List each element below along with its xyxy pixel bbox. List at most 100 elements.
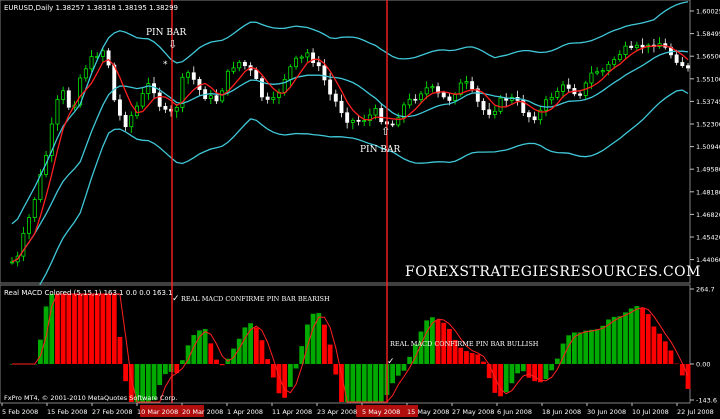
candle-body bbox=[129, 115, 134, 128]
macd-bar bbox=[208, 343, 214, 364]
candle-body bbox=[282, 78, 287, 93]
macd-bar bbox=[259, 340, 265, 364]
time-tick-label: 27 Feb 2008 bbox=[92, 408, 132, 416]
macd-bar bbox=[464, 351, 469, 364]
candle-body bbox=[498, 97, 503, 112]
macd-bar bbox=[577, 332, 583, 364]
candle-body bbox=[66, 90, 71, 108]
macd-bar bbox=[111, 294, 117, 364]
macd-bar bbox=[162, 364, 168, 375]
bullish-confirm-label: REAL MACD CONFIRME PIN BAR BULLISH bbox=[390, 340, 539, 348]
candle-body bbox=[390, 123, 395, 126]
candle-body bbox=[629, 45, 634, 48]
time-tick-label: 1 Apr 2008 bbox=[227, 408, 263, 416]
macd-bar bbox=[310, 313, 316, 364]
price-tick-label: 1.60025 bbox=[696, 8, 720, 16]
candle-body bbox=[231, 67, 236, 72]
macd-tick-label: 264.7 bbox=[696, 286, 715, 294]
time-tick-label: 30 Jun 2008 bbox=[587, 408, 626, 416]
time-tick-label: 18 Jun 2008 bbox=[542, 408, 581, 416]
macd-bar bbox=[157, 364, 163, 386]
candle-body bbox=[140, 93, 145, 107]
time-tick-label: 5 Feb 2008 bbox=[2, 408, 38, 416]
macd-bar bbox=[265, 359, 271, 364]
candle-body bbox=[123, 114, 128, 128]
time-tick-label: 5 May 2008 bbox=[362, 408, 400, 416]
macd-bar bbox=[304, 324, 310, 364]
candle-body bbox=[589, 72, 594, 84]
macd-bar bbox=[270, 364, 276, 378]
candle-body bbox=[305, 52, 310, 58]
candle-body bbox=[242, 61, 247, 67]
candle-body bbox=[600, 70, 605, 73]
macd-bar bbox=[344, 364, 350, 402]
macd-bar bbox=[668, 350, 674, 364]
macd-bar bbox=[651, 326, 657, 364]
macd-bar bbox=[520, 364, 526, 372]
candle-body bbox=[333, 93, 338, 102]
macd-bar bbox=[481, 361, 486, 364]
candle-body bbox=[214, 95, 219, 102]
macd-bar bbox=[202, 329, 208, 364]
macd-bar bbox=[395, 364, 401, 376]
macd-bar bbox=[242, 327, 248, 364]
macd-bar bbox=[214, 359, 219, 364]
candle-body bbox=[254, 69, 259, 79]
candle-body bbox=[634, 44, 639, 48]
macd-bar bbox=[526, 364, 532, 378]
candle-body bbox=[220, 90, 225, 102]
price-tick-label: 1.55100 bbox=[696, 75, 720, 83]
candle-body bbox=[163, 106, 168, 110]
macd-bar bbox=[123, 364, 129, 382]
macd-bar bbox=[282, 364, 288, 398]
macd-bar bbox=[100, 294, 106, 364]
candle-body bbox=[419, 93, 423, 100]
candle-body bbox=[379, 108, 384, 123]
macd-tick-label: 0.00 bbox=[696, 361, 710, 369]
candle-body bbox=[595, 71, 600, 74]
candle-body bbox=[430, 86, 435, 89]
candle-body bbox=[55, 99, 60, 125]
macd-panel-header: Real MACD Colored (5,15,1) 163.1 0.0 0.0… bbox=[4, 289, 173, 297]
candle-body bbox=[208, 95, 213, 99]
macd-bar bbox=[645, 314, 651, 364]
macd-bar bbox=[407, 356, 413, 364]
macd-bar bbox=[322, 324, 327, 364]
time-tick-label: 10 Mar 2008 bbox=[137, 408, 178, 416]
candle-body bbox=[617, 54, 622, 60]
candle-body bbox=[61, 90, 66, 100]
candle-body bbox=[271, 97, 276, 100]
candle-body bbox=[407, 98, 412, 106]
time-tick-label: 6 Jun 2008 bbox=[497, 408, 532, 416]
macd-bar bbox=[117, 336, 123, 364]
candle-body bbox=[328, 79, 333, 95]
chart-canvas[interactable]: 1.60025 1.58495 1.56500 1.55100 1.53745 1.523… bbox=[0, 0, 720, 419]
candle-body bbox=[191, 72, 196, 80]
candle-body bbox=[237, 61, 242, 69]
candle-body bbox=[316, 62, 321, 67]
macd-bar bbox=[168, 364, 174, 372]
candle-body bbox=[157, 92, 162, 107]
candle-body bbox=[106, 50, 111, 66]
macd-bar bbox=[276, 364, 282, 394]
macd-bar bbox=[231, 348, 236, 364]
macd-bar bbox=[458, 347, 464, 364]
macd-bar bbox=[66, 294, 72, 364]
copyright-text: FxPro MT4, © 2001-2010 MetaQuotes Softwa… bbox=[4, 394, 177, 402]
macd-bar bbox=[180, 360, 185, 364]
candle-body bbox=[526, 112, 531, 118]
candle-body bbox=[345, 112, 350, 123]
pin-bar-label-top: PIN BAR bbox=[146, 28, 186, 38]
macd-bar bbox=[685, 364, 691, 389]
price-axis: 1.60025 1.58495 1.56500 1.55100 1.53745 1.523… bbox=[690, 8, 720, 264]
candle-body bbox=[83, 68, 88, 79]
price-tick-label: 1.56500 bbox=[696, 53, 720, 61]
candle-body bbox=[350, 119, 355, 123]
candle-body bbox=[294, 57, 298, 68]
macd-bar bbox=[549, 364, 555, 371]
star-icon: * bbox=[163, 60, 168, 70]
bearish-confirm-label: REAL MACD CONFIRME PIN BAR BEARISH bbox=[181, 295, 330, 303]
macd-bar bbox=[509, 364, 515, 384]
macd-bar bbox=[611, 316, 617, 364]
macd-bar bbox=[532, 364, 538, 382]
